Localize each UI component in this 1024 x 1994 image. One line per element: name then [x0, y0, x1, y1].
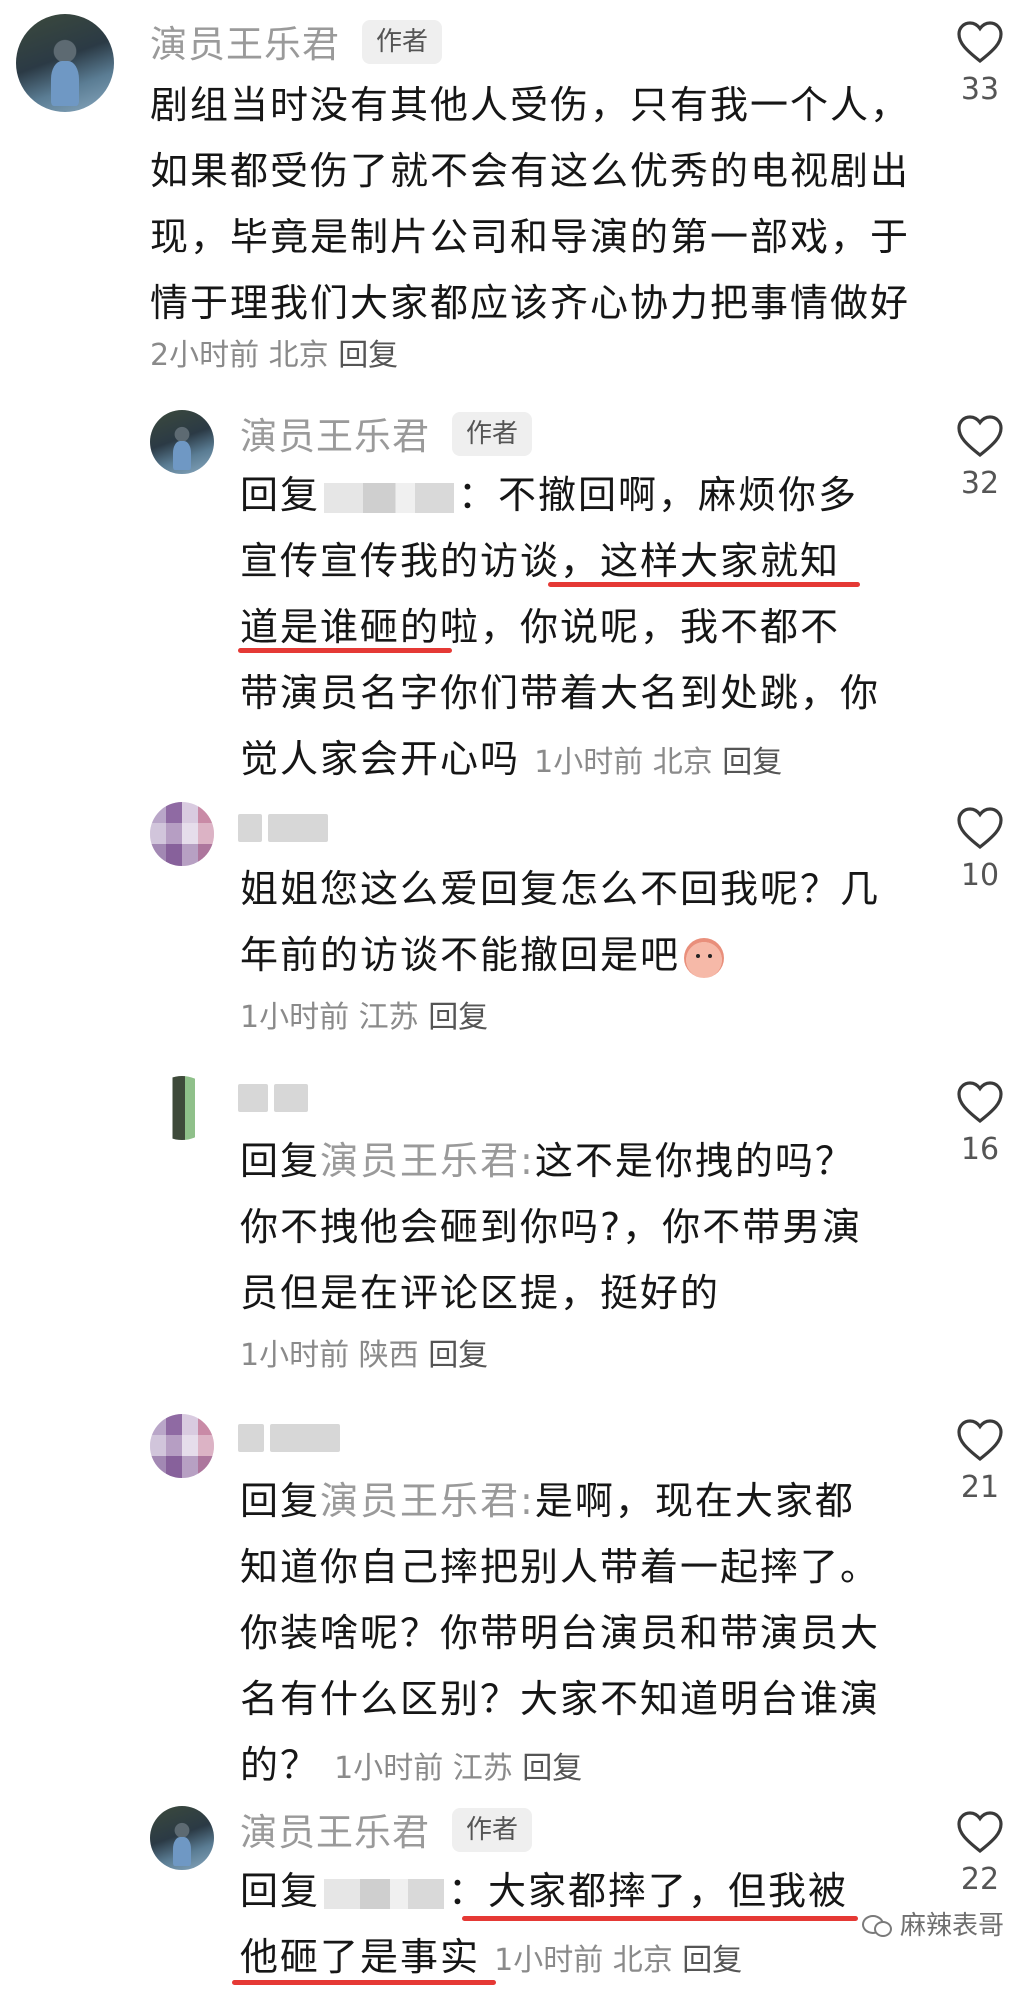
- username[interactable]: 演员王乐君: [240, 406, 430, 460]
- avatar[interactable]: [150, 410, 214, 474]
- reply-button[interactable]: 回复: [428, 1338, 488, 1373]
- location: 北京: [652, 745, 713, 780]
- timestamp: 1小时前: [240, 1338, 350, 1373]
- redacted-username: [238, 814, 328, 842]
- like-count: 32: [960, 466, 1000, 501]
- watermark: 麻辣表哥: [861, 1905, 1004, 1942]
- username[interactable]: 演员王乐君: [240, 1802, 430, 1856]
- location: 江苏: [452, 1751, 513, 1786]
- redacted-username: [324, 1878, 445, 1909]
- avatar[interactable]: [150, 1076, 214, 1140]
- reply-button[interactable]: 回复: [722, 745, 782, 780]
- watermark-text: 麻辣表哥: [899, 1911, 1004, 1941]
- highlight-underline: [232, 1980, 496, 1985]
- timestamp: 1小时前: [534, 745, 644, 780]
- highlight-underline: [548, 582, 860, 587]
- like-button[interactable]: 10: [950, 806, 1010, 893]
- reply-prefix: 回复: [240, 473, 321, 517]
- highlight-underline: [462, 1916, 858, 1921]
- location: 北京: [268, 338, 329, 373]
- comment-text: 回复演员王乐君:这不是你拽的吗？你不拽他会砸到你吗?，你不带男演员但是在评论区提…: [240, 1128, 880, 1326]
- comment-meta: 1小时前 北京 回复: [534, 745, 782, 780]
- timestamp: 1小时前: [494, 1943, 604, 1978]
- highlight-underline: [238, 648, 452, 653]
- reply-prefix: 回复: [240, 1869, 321, 1913]
- reply-body: 是啊，现在大家都知道你自己摔把别人带着一起摔了。你装啥呢？你带明台演员和带演员大…: [240, 1479, 881, 1787]
- comment-list: 演员王乐君 作者 剧组当时没有其他人受伤，只有我一个人，如果都受伤了就不会有这么…: [0, 0, 1024, 1986]
- comment-body: 姐姐您这么爱回复怎么不回我呢？几年前的访谈不能撤回是吧: [240, 867, 881, 977]
- comment-text: 回复 ：不撤回啊，麻烦你多宣传宣传我的访谈，这样大家就知道是谁砸的啦，你说呢，我不…: [240, 462, 880, 796]
- author-badge: 作者: [452, 1808, 533, 1852]
- reply-prefix: 回复: [240, 1479, 321, 1523]
- like-count: 21: [960, 1470, 1000, 1505]
- heart-outline-icon: [957, 807, 1003, 850]
- heart-outline-icon: [957, 1081, 1003, 1124]
- author-badge: 作者: [452, 412, 533, 456]
- comment-text: 回复演员王乐君:是啊，现在大家都知道你自己摔把别人带着一起摔了。你装啥呢？你带明…: [240, 1468, 880, 1802]
- reply-button[interactable]: 回复: [682, 1943, 742, 1978]
- location: 北京: [612, 1943, 673, 1978]
- like-count: 10: [960, 858, 1000, 893]
- timestamp: 2小时前: [150, 338, 260, 373]
- username[interactable]: 演员王乐君: [150, 14, 340, 68]
- comment-meta: 2小时前 北京 回复: [150, 330, 398, 374]
- comment-meta: 1小时前 陕西 回复: [240, 1330, 488, 1374]
- like-button[interactable]: 33: [950, 20, 1010, 107]
- heart-outline-icon: [957, 21, 1003, 64]
- reply-target[interactable]: 演员王乐君:: [320, 1139, 535, 1183]
- comment-text: 剧组当时没有其他人受伤，只有我一个人，如果都受伤了就不会有这么优秀的电视剧出现，…: [150, 83, 911, 325]
- avatar[interactable]: [150, 802, 214, 866]
- location: 陕西: [358, 1338, 419, 1373]
- redacted-username: [324, 482, 455, 513]
- comment-text: 回复 ：大家都摔了，但我被他砸了是事实 1小时前 北京 回复: [240, 1858, 880, 1994]
- timestamp: 1小时前: [240, 1000, 350, 1035]
- avatar[interactable]: [150, 1806, 214, 1870]
- redacted-username: [238, 1424, 340, 1452]
- heart-outline-icon: [957, 1811, 1003, 1854]
- avatar[interactable]: [150, 1414, 214, 1478]
- like-button[interactable]: 22: [950, 1810, 1010, 1897]
- author-badge: 作者: [362, 20, 443, 64]
- like-button[interactable]: 21: [950, 1418, 1010, 1505]
- reply-button[interactable]: 回复: [338, 338, 398, 373]
- reply-button[interactable]: 回复: [522, 1751, 582, 1786]
- peach-emoji-icon: [684, 937, 725, 978]
- comment-meta: 1小时前 江苏 回复: [334, 1751, 582, 1786]
- heart-outline-icon: [957, 415, 1003, 458]
- location: 江苏: [358, 1000, 419, 1035]
- like-count: 16: [960, 1132, 1000, 1167]
- timestamp: 1小时前: [334, 1751, 444, 1786]
- like-button[interactable]: 32: [950, 414, 1010, 501]
- reply-prefix: 回复: [240, 1139, 321, 1183]
- reply-button[interactable]: 回复: [428, 1000, 488, 1035]
- comment-text: 姐姐您这么爱回复怎么不回我呢？几年前的访谈不能撤回是吧: [240, 856, 880, 988]
- comment-meta: 1小时前 江苏 回复: [240, 992, 488, 1036]
- avatar[interactable]: [16, 14, 114, 112]
- redacted-username: [238, 1084, 308, 1112]
- comment-meta: 1小时前 北京 回复: [494, 1943, 742, 1978]
- heart-outline-icon: [957, 1419, 1003, 1462]
- reply-target[interactable]: 演员王乐君:: [320, 1479, 535, 1523]
- wechat-icon: [861, 1913, 892, 1937]
- like-count: 33: [960, 72, 1000, 107]
- like-button[interactable]: 16: [950, 1080, 1010, 1167]
- like-count: 22: [960, 1862, 1000, 1897]
